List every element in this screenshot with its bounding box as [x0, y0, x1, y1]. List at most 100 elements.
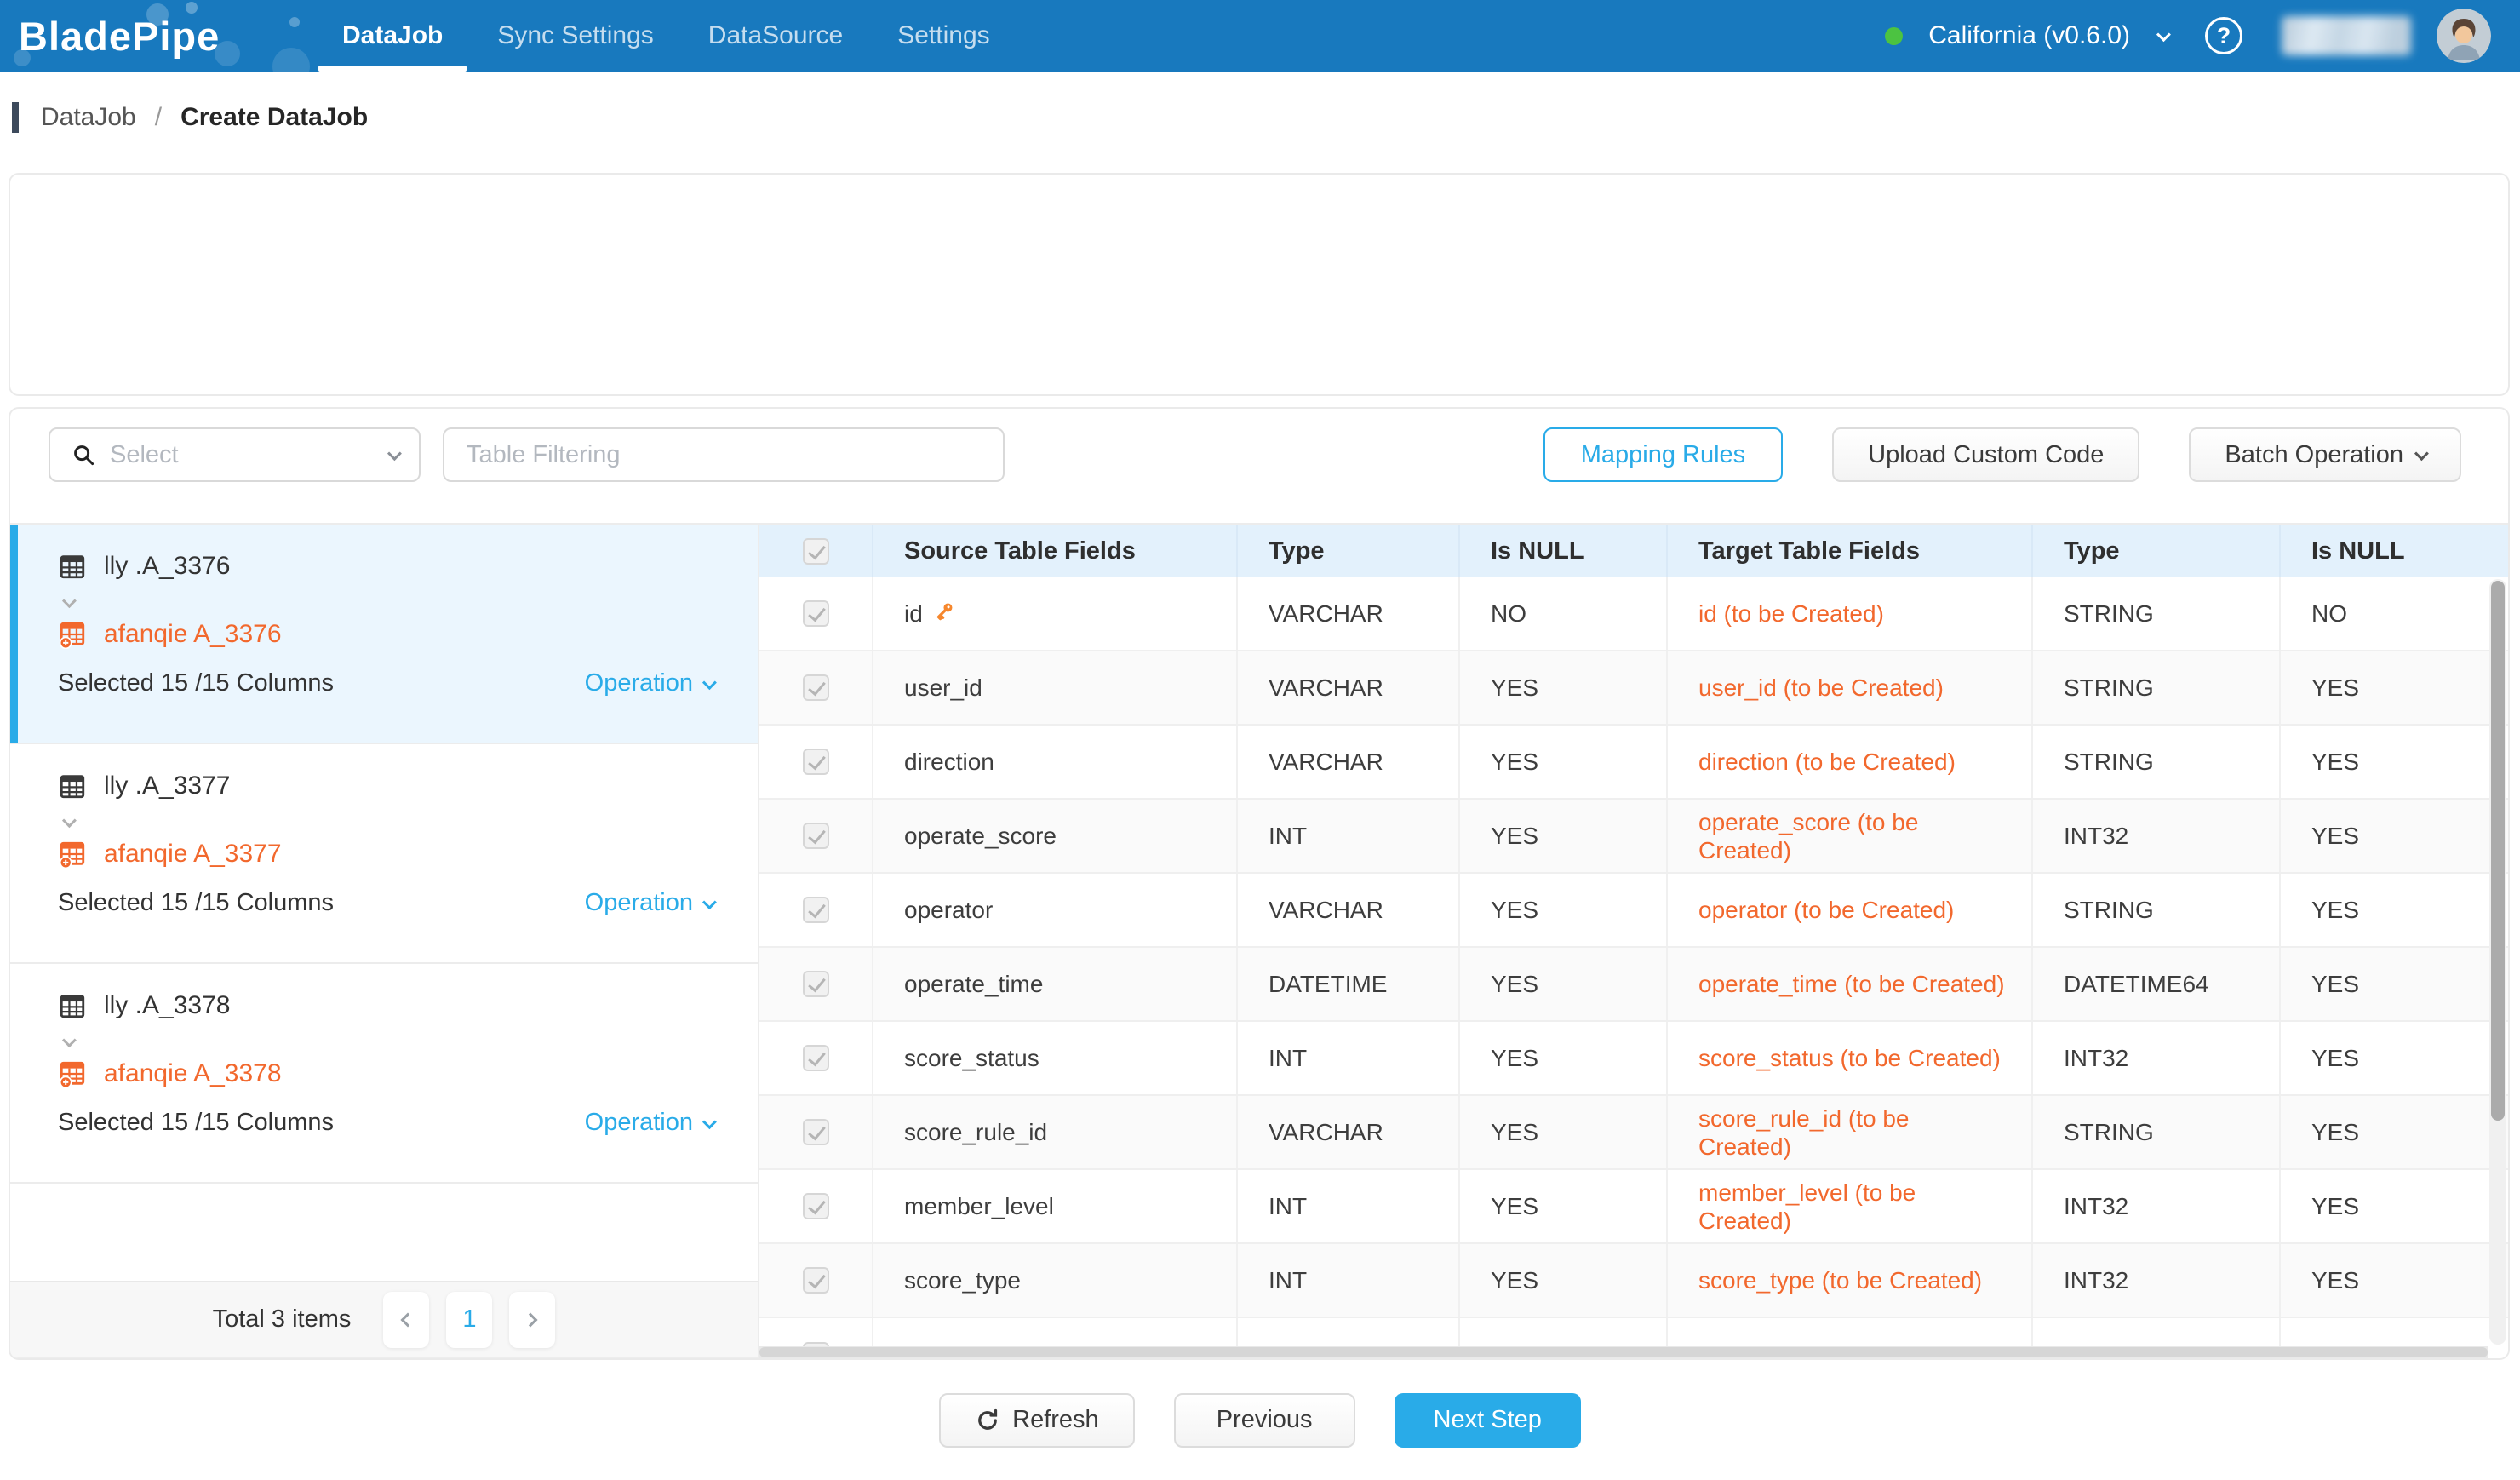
search-icon — [71, 442, 96, 468]
data-processing-card: Select Mapping Rules Upload Custom Code … — [9, 407, 2510, 1360]
target-is-null: YES — [2281, 800, 2489, 872]
vertical-scrollbar[interactable] — [2489, 579, 2506, 1345]
target-field-type: DATETIME64 — [2033, 948, 2281, 1020]
column-header-is-null: Is NULL — [1460, 525, 1668, 577]
source-table-row: lly .A_3376 — [58, 552, 713, 581]
source-is-null: YES — [1460, 651, 1668, 724]
chevron-down-icon[interactable] — [2156, 27, 2171, 42]
page-title: Create DataJob — [180, 103, 368, 132]
pagination-prev-button[interactable] — [383, 1292, 429, 1348]
upload-custom-code-button[interactable]: Upload Custom Code — [1832, 427, 2139, 482]
chevron-down-icon — [62, 1033, 77, 1047]
nav-item-datajob[interactable]: DataJob — [315, 0, 470, 72]
table-list-item[interactable]: lly .A_3377 afanqie A_3377 Selected 15 /… — [10, 744, 758, 964]
operation-dropdown[interactable]: Operation — [585, 669, 713, 697]
source-table-row: lly .A_3378 — [58, 991, 713, 1020]
table-list-item[interactable]: lly .A_3376 afanqie A_3376 Selected 15 /… — [10, 525, 758, 744]
chevron-left-icon — [401, 1312, 415, 1327]
row-checkbox[interactable] — [803, 1193, 829, 1219]
source-field-name: score_type — [904, 1267, 1021, 1294]
target-field-name: member_level (to be Created) — [1668, 1170, 2033, 1242]
sidebar-pagination: Total 3 items 1 — [10, 1281, 758, 1358]
source-is-null: NO — [1460, 577, 1668, 650]
row-checkbox[interactable] — [803, 897, 829, 923]
table-row: member_level INT YES member_level (to be… — [759, 1170, 2508, 1244]
help-icon[interactable]: ? — [2205, 17, 2242, 54]
horizontal-scrollbar-thumb[interactable] — [759, 1347, 2488, 1357]
source-field-name: user_id — [904, 674, 982, 702]
nav-item-settings[interactable]: Settings — [870, 0, 1017, 72]
target-table-name: afanqie A_3376 — [104, 620, 282, 649]
top-navbar: BladePipe DataJobSync SettingsDataSource… — [0, 0, 2520, 72]
stepper: ✓DataSource✓Properties✓Tables4Data Proce… — [10, 175, 2508, 394]
source-table-name: lly .A_3378 — [104, 991, 230, 1020]
toolbar: Select Mapping Rules Upload Custom Code … — [49, 427, 2461, 482]
column-header-type: Type — [2033, 525, 2281, 577]
table-add-icon — [58, 620, 87, 649]
breadcrumb-separator: / — [155, 103, 162, 132]
target-table-row: afanqie A_3378 — [58, 1059, 713, 1088]
target-field-type: STRING — [2033, 874, 2281, 946]
row-checkbox[interactable] — [803, 971, 829, 997]
table-item-meta: Selected 15 /15 Columns Operation — [58, 1109, 713, 1137]
table-row: id VARCHAR NO id (to be Created) STRING … — [759, 577, 2508, 651]
logo-bubble — [289, 17, 300, 27]
source-field-name: score_status — [904, 1045, 1040, 1072]
env-status-dot — [1885, 27, 1903, 45]
row-checkbox[interactable] — [803, 749, 829, 775]
source-field-type: VARCHAR — [1238, 651, 1460, 724]
batch-operation-button[interactable]: Batch Operation — [2189, 427, 2461, 482]
row-checkbox[interactable] — [803, 823, 829, 849]
table-list-item[interactable]: lly .A_3378 afanqie A_3378 Selected 15 /… — [10, 964, 758, 1184]
pagination-next-button[interactable] — [509, 1292, 555, 1348]
chevron-right-icon — [524, 1312, 538, 1327]
horizontal-scrollbar[interactable] — [759, 1346, 2488, 1358]
pagination-page-1[interactable]: 1 — [446, 1292, 492, 1348]
table-filtering-input[interactable] — [443, 427, 1005, 482]
table-select-dropdown[interactable]: Select — [49, 427, 421, 482]
operation-label: Operation — [585, 1109, 693, 1137]
target-field-name: operate_time (to be Created) — [1668, 948, 2033, 1020]
breadcrumb: DataJob / Create DataJob — [12, 102, 368, 133]
stepper-card: ✓DataSource✓Properties✓Tables4Data Proce… — [9, 173, 2510, 396]
operation-dropdown[interactable]: Operation — [585, 1109, 713, 1137]
table-body: id VARCHAR NO id (to be Created) STRING … — [759, 577, 2508, 1357]
operation-label: Operation — [585, 889, 693, 917]
refresh-button[interactable]: Refresh — [939, 1393, 1135, 1448]
operation-dropdown[interactable]: Operation — [585, 889, 713, 917]
navbar-right: California (v0.6.0) ? — [1885, 0, 2491, 72]
nav-item-sync-settings[interactable]: Sync Settings — [470, 0, 680, 72]
table-add-icon — [58, 1059, 87, 1088]
row-checkbox[interactable] — [803, 1267, 829, 1294]
mapping-rules-button[interactable]: Mapping Rules — [1544, 427, 1783, 482]
target-field-name: score_rule_id (to be Created) — [1668, 1096, 2033, 1168]
target-is-null: YES — [2281, 1170, 2489, 1242]
source-field-type: VARCHAR — [1238, 874, 1460, 946]
nav-item-datasource[interactable]: DataSource — [681, 0, 870, 72]
footer-actions: Refresh Previous Next Step — [0, 1360, 2520, 1480]
row-checkbox[interactable] — [803, 600, 829, 627]
breadcrumb-datajob[interactable]: DataJob — [41, 103, 136, 132]
logo-bubble — [272, 48, 310, 72]
row-checkbox[interactable] — [803, 674, 829, 701]
source-field-name: id — [904, 600, 923, 628]
selected-columns-text: Selected 15 /15 Columns — [58, 889, 334, 917]
source-table-name: lly .A_3377 — [104, 772, 230, 800]
target-is-null: NO — [2281, 577, 2489, 650]
avatar[interactable] — [2437, 9, 2491, 63]
map-chevron-row — [63, 1035, 713, 1051]
select-all-checkbox[interactable] — [803, 538, 829, 565]
next-step-button[interactable]: Next Step — [1395, 1393, 1581, 1448]
vertical-scrollbar-thumb[interactable] — [2491, 581, 2505, 1121]
map-chevron-row — [63, 596, 713, 611]
source-is-null: YES — [1460, 1096, 1668, 1168]
env-label[interactable]: California (v0.6.0) — [1928, 21, 2130, 50]
row-checkbox[interactable] — [803, 1119, 829, 1145]
source-field-type: VARCHAR — [1238, 1096, 1460, 1168]
table-header-row: Source Table FieldsTypeIs NULLTarget Tab… — [759, 525, 2508, 577]
previous-button[interactable]: Previous — [1174, 1393, 1355, 1448]
table-add-icon — [58, 840, 87, 869]
target-is-null: YES — [2281, 1096, 2489, 1168]
target-field-type: INT32 — [2033, 1022, 2281, 1094]
row-checkbox[interactable] — [803, 1045, 829, 1071]
